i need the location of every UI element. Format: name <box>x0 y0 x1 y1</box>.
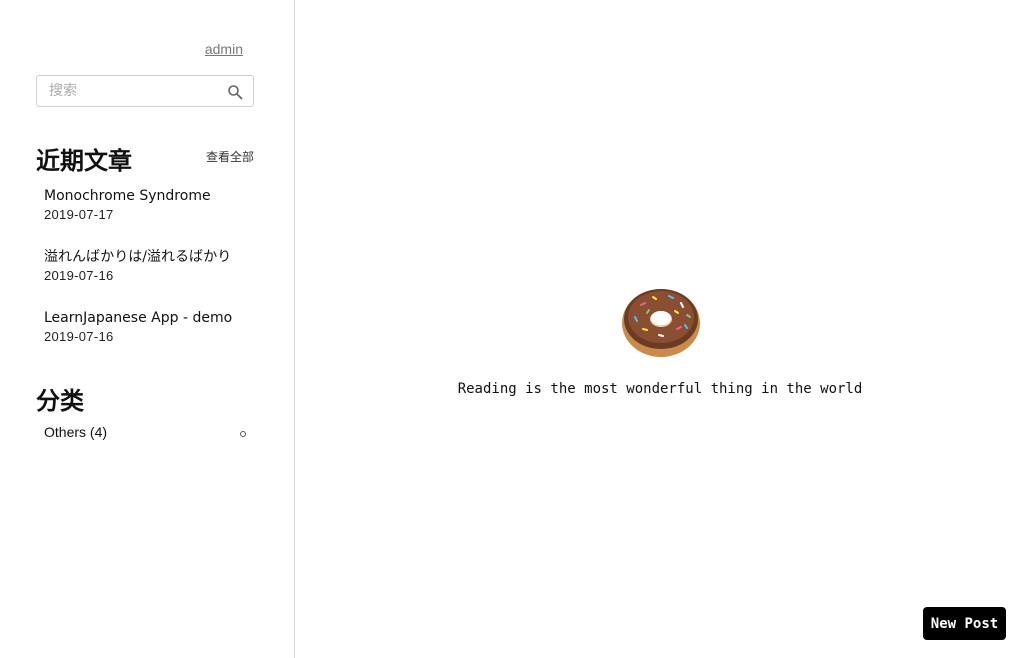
post-item[interactable]: Monochrome Syndrome 2019-07-17 <box>44 187 254 248</box>
post-title[interactable]: 溢れんばかりは/溢れるばかり <box>44 248 254 266</box>
bullet-icon <box>240 431 246 437</box>
main-content: Reading is the most wonderful thing in t… <box>296 0 1024 658</box>
categories-title: 分类 <box>36 387 84 415</box>
recent-posts-list: Monochrome Syndrome 2019-07-17 溢れんばかりは/溢… <box>44 187 254 370</box>
recent-posts-title: 近期文章 <box>36 147 132 175</box>
post-date: 2019-07-16 <box>44 268 114 283</box>
post-date: 2019-07-17 <box>44 207 114 222</box>
search-icon[interactable] <box>227 84 243 100</box>
search-input[interactable] <box>37 76 223 106</box>
search-box <box>36 75 254 107</box>
category-item-others[interactable]: Others (4) <box>44 424 254 444</box>
donut-icon <box>622 289 700 357</box>
categories-header: 分类 <box>36 381 254 415</box>
view-all-link[interactable]: 查看全部 <box>206 148 254 165</box>
post-date: 2019-07-16 <box>44 329 114 344</box>
recent-posts-header: 近期文章 查看全部 <box>36 141 254 175</box>
post-title[interactable]: Monochrome Syndrome <box>44 187 254 205</box>
sidebar: admin 近期文章 查看全部 Monochrome Syndrome 2019… <box>0 0 295 658</box>
admin-link[interactable]: admin <box>205 41 243 57</box>
new-post-button[interactable]: New Post <box>923 607 1006 640</box>
post-item[interactable]: LearnJapanese App - demo 2019-07-16 <box>44 309 254 370</box>
post-title[interactable]: LearnJapanese App - demo <box>44 309 254 327</box>
category-label[interactable]: Others (4) <box>44 424 107 440</box>
post-item[interactable]: 溢れんばかりは/溢れるばかり 2019-07-16 <box>44 248 254 309</box>
reading-quote: Reading is the most wonderful thing in t… <box>457 381 863 397</box>
